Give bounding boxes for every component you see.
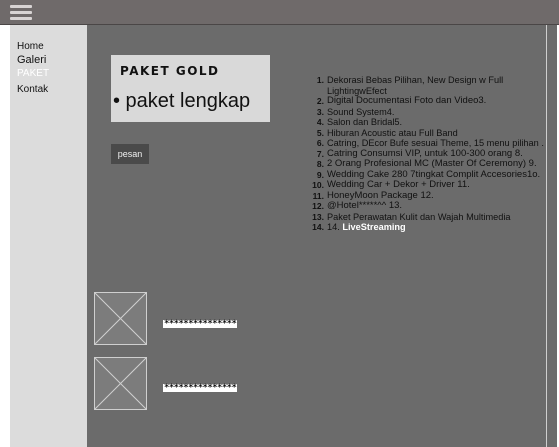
image-placeholder-icon	[95, 293, 146, 344]
feature-item: 13. Paket Perawatan Kulit dan Wajah Multi…	[312, 211, 511, 222]
nav-item-paket[interactable]: PAKET	[17, 68, 49, 79]
image-placeholder-icon	[95, 358, 146, 409]
order-button[interactable]: pesan	[111, 144, 149, 164]
feature-item: 3. Sound System4.	[316, 106, 395, 117]
feature-item: 2. Digital Documentasi Foto dan Video3.	[316, 95, 487, 106]
feature-item: 14. 14. LiveStreaming	[312, 222, 406, 232]
sidebar-nav: Home Galeri PAKET Kontak	[10, 25, 87, 447]
package-card: PAKET GOLD • paket lengkap	[111, 55, 270, 122]
livestreaming-highlight: LiveStreaming	[342, 222, 406, 232]
nav-item-home[interactable]: Home	[17, 41, 44, 52]
gallery-caption-2: ***************	[163, 383, 238, 393]
feature-list: 1. Dekorasi Bebas Pilihan, New Design w F…	[311, 75, 547, 233]
feature-item: 1. Dekorasi Bebas Pilihan, New Design w F…	[316, 75, 504, 96]
package-summary: • paket lengkap	[113, 90, 251, 112]
package-title: PAKET GOLD	[120, 64, 220, 78]
hamburger-icon[interactable]	[10, 5, 32, 21]
nav-item-kontak[interactable]: Kontak	[17, 84, 48, 95]
feature-item: 4. Salon dan Bridal5.	[316, 117, 403, 127]
nav-item-galeri[interactable]: Galeri	[17, 54, 46, 66]
gallery-caption-1: ***************	[163, 319, 238, 329]
gallery-thumbnail-1[interactable]	[94, 292, 147, 345]
feature-item: 5. Hiburan Acoustic atau Full Band	[316, 127, 458, 138]
feature-item: 12. @Hotel*****^^ 13.	[312, 200, 403, 211]
gallery-thumbnail-2[interactable]	[94, 357, 147, 410]
top-bar	[0, 0, 559, 25]
